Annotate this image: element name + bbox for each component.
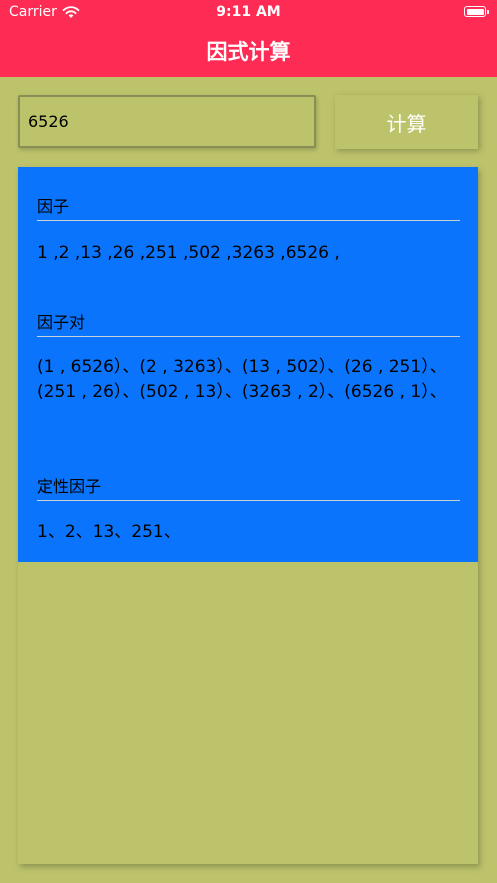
factors-content: 1 ,2 ,13 ,26 ,251 ,502 ,3263 ,6526 , (37, 243, 340, 263)
qualitative-factors-divider (37, 500, 460, 501)
factor-pairs-content: (1 , 6526）、(2 , 3263）、(13 , 502）、(26 , 2… (37, 357, 447, 402)
calculate-button[interactable]: 计算 (335, 95, 478, 149)
factor-pairs-title: 因子对 (37, 313, 86, 332)
factor-pairs-divider (37, 336, 460, 337)
factors-title: 因子 (37, 197, 70, 216)
factors-divider (37, 220, 460, 221)
qualitative-factors-title: 定性因子 (37, 477, 102, 496)
number-input[interactable] (20, 97, 314, 146)
battery-icon (464, 6, 489, 17)
clock: 9:11 AM (216, 4, 281, 20)
number-input-container (18, 95, 316, 148)
result-panel: 因子 1 ,2 ,13 ,26 ,251 ,502 ,3263 ,6526 , … (18, 167, 478, 562)
navigation-bar: Carrier 9:11 AM 因式计算 (0, 0, 497, 77)
page-title: 因式计算 (206, 40, 291, 64)
qualitative-factors-content: 1、2、13、251、 (37, 522, 181, 542)
status-bar: Carrier 9:11 AM (0, 0, 497, 26)
